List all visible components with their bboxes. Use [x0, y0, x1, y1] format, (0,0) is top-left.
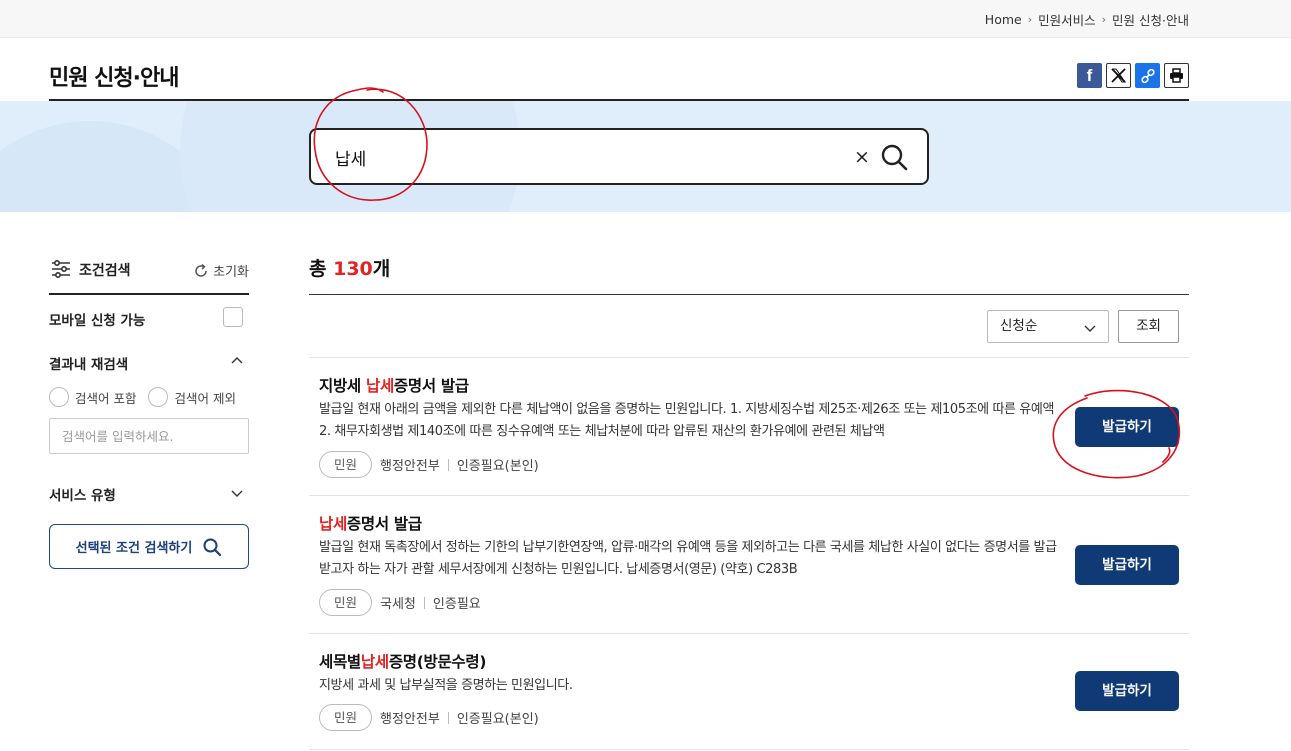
page-title: 민원 신청·안내: [49, 66, 179, 91]
condition-search-title: 조건검색: [79, 263, 131, 279]
title-suffix: 증명(방문수령): [388, 653, 487, 671]
result-description: 발급일 현재 아래의 금액을 제외한 다른 체납액이 없음을 증명하는 민원입니…: [319, 402, 1055, 439]
reset-label: 초기화: [213, 265, 249, 280]
mobile-filter-checkbox[interactable]: [223, 307, 243, 327]
service-type-header[interactable]: 서비스 유형: [49, 484, 249, 504]
refine-label: 결과내 재검색: [49, 357, 129, 373]
exclude-keyword-label: 검색어 제외: [174, 390, 236, 406]
condition-search-button-label: 선택된 조건 검색하기: [75, 541, 193, 556]
breadcrumb-level1[interactable]: 민원서비스: [1038, 10, 1096, 29]
title-prefix: 지방세: [319, 377, 366, 395]
print-icon: [1170, 68, 1183, 83]
chevron-right-icon: ›: [1027, 13, 1033, 26]
results-divider: [309, 294, 1189, 295]
result-item: 납세증명서 발급 발급일 현재 독촉장에서 정하는 기한의 납부기한연장액, 압…: [309, 496, 1189, 634]
result-title[interactable]: 지방세 납세증명서 발급: [319, 374, 469, 396]
total-suffix: 개: [372, 258, 391, 280]
category-tag: 민원: [319, 451, 373, 478]
radio-circle: [49, 387, 69, 407]
issue-button[interactable]: 발급하기: [1075, 407, 1179, 447]
chevron-down-icon: [231, 490, 243, 497]
refine-mode-group: 검색어 포함 검색어 제외: [49, 387, 236, 407]
include-keyword-label: 검색어 포함: [75, 390, 137, 406]
top-utility-bar: Home › 민원서비스 › 민원 신청·안내: [0, 0, 1291, 38]
mobile-filter-label: 모바일 신청 가능: [49, 313, 146, 329]
condition-search-button[interactable]: 선택된 조건 검색하기: [49, 524, 249, 569]
title-prefix: 세목별: [319, 653, 361, 671]
issue-button[interactable]: 발급하기: [1075, 671, 1179, 711]
x-share-button[interactable]: [1106, 63, 1131, 88]
facebook-share-button[interactable]: f: [1077, 63, 1102, 88]
view-button[interactable]: 조회: [1118, 310, 1179, 343]
include-keyword-radio[interactable]: 검색어 포함: [49, 387, 136, 407]
service-type-label: 서비스 유형: [49, 488, 116, 504]
breadcrumb-level2[interactable]: 민원 신청·안내: [1112, 10, 1189, 29]
divider: [423, 596, 425, 609]
link-icon: [1140, 68, 1155, 83]
title-suffix: 증명서 발급: [346, 515, 422, 533]
auth-label: 인증필요(본인): [456, 712, 539, 727]
result-description: 지방세 과세 및 납부실적을 증명하는 민원입니다.: [319, 678, 573, 693]
result-item: 세목별납세증명(방문수령) 지방세 과세 및 납부실적을 증명하는 민원입니다.…: [309, 634, 1189, 750]
title-highlight: 납세: [365, 377, 394, 395]
result-title[interactable]: 세목별납세증명(방문수령): [319, 650, 486, 672]
chevron-down-icon: [1084, 325, 1096, 332]
title-highlight: 납세: [319, 515, 347, 533]
category-tag: 민원: [319, 704, 373, 731]
search-box: ×: [309, 128, 929, 185]
search-icon: [203, 538, 222, 556]
chevron-right-icon: ›: [1101, 13, 1107, 26]
result-total: 총 130개: [309, 254, 390, 281]
title-suffix: 증명서 발급: [393, 377, 469, 395]
result-item: 지방세 납세증명서 발급 발급일 현재 아래의 금액을 제외한 다른 체납액이 …: [309, 358, 1189, 496]
divider: [447, 458, 449, 471]
auth-label: 인증필요(본인): [456, 459, 539, 474]
mobile-filter-row: 모바일 신청 가능: [49, 307, 249, 329]
filter-icon: [52, 259, 70, 279]
result-meta: 민원 행정안전부 인증필요(본인): [319, 704, 539, 731]
search-button[interactable]: [879, 142, 909, 172]
radio-circle: [148, 387, 169, 407]
issue-button[interactable]: 발급하기: [1075, 545, 1179, 585]
copy-link-button[interactable]: [1135, 63, 1160, 88]
facebook-icon: f: [1086, 65, 1093, 85]
chevron-up-icon: [231, 357, 243, 364]
breadcrumb: Home › 민원서비스 › 민원 신청·안내: [985, 10, 1189, 29]
result-description: 발급일 현재 독촉장에서 정하는 기한의 납부기한연장액, 압류·매각의 유예액…: [319, 540, 1057, 577]
result-meta: 민원 행정안전부 인증필요(본인): [319, 451, 539, 478]
x-icon: [1111, 68, 1126, 83]
clear-search-button[interactable]: ×: [851, 146, 873, 168]
divider: [447, 711, 449, 724]
agency-label: 행정안전부: [380, 459, 440, 474]
result-title[interactable]: 납세증명서 발급: [319, 512, 422, 534]
search-input[interactable]: [335, 144, 815, 170]
refine-section-header[interactable]: 결과내 재검색: [49, 353, 249, 373]
share-toolbar: f: [1077, 63, 1189, 88]
search-icon: [881, 144, 908, 171]
auth-label: 인증필요: [432, 597, 481, 612]
total-prefix: 총: [309, 258, 334, 280]
refine-search-input[interactable]: [49, 418, 249, 454]
reset-button[interactable]: 초기화: [193, 261, 249, 280]
title-highlight: 납세: [360, 653, 389, 671]
sort-value: 신청순: [1000, 318, 1038, 334]
sort-select[interactable]: 신청순: [987, 310, 1109, 343]
category-tag: 민원: [319, 589, 373, 616]
total-count: 130: [333, 258, 373, 280]
result-meta: 민원 국세청 인증필요: [319, 589, 481, 616]
agency-label: 국세청: [380, 597, 416, 612]
refresh-icon: [195, 263, 207, 277]
print-button[interactable]: [1164, 63, 1189, 88]
condition-search-header: 조건검색 초기화: [49, 258, 249, 295]
agency-label: 행정안전부: [380, 712, 440, 727]
exclude-keyword-radio[interactable]: 검색어 제외: [148, 387, 236, 407]
breadcrumb-home[interactable]: Home: [985, 12, 1022, 27]
